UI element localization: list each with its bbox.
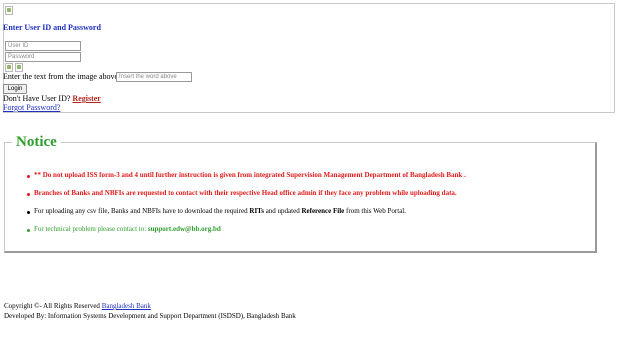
reference-file-text: Reference File bbox=[301, 207, 345, 215]
register-link[interactable]: Register bbox=[72, 94, 100, 103]
user-id-placeholder: User ID bbox=[8, 43, 29, 49]
login-button[interactable]: Login bbox=[3, 84, 27, 94]
copyright-line: Copyright ©- All Rights Reserved Banglad… bbox=[4, 302, 151, 310]
captcha-label: Enter the text from the image above bbox=[3, 72, 119, 81]
notice-item-csv-upload: For uploading any csv file, Banks and NB… bbox=[34, 207, 406, 216]
password-input[interactable]: Password bbox=[5, 52, 81, 62]
csv-text-post: from this Web Portal. bbox=[346, 207, 406, 215]
user-id-input[interactable]: User ID bbox=[5, 41, 81, 51]
copyright-text: Copyright ©- All Rights Reserved bbox=[4, 302, 100, 310]
technical-contact-text: For technical problem please contact to: bbox=[34, 225, 147, 233]
login-heading: Enter User ID and Password bbox=[3, 23, 101, 32]
captcha-image-icon bbox=[5, 63, 13, 72]
notice-item-contact-admin: Branches of Banks and NBFIs are requeste… bbox=[34, 189, 457, 197]
notice-item-iss-form: ** Do not upload ISS form-3 and 4 until … bbox=[34, 171, 466, 179]
forgot-password-link[interactable]: Forgot Password? bbox=[3, 103, 60, 112]
notice-bullet-icon bbox=[27, 175, 30, 178]
register-line: Don't Have User ID? Register bbox=[3, 94, 101, 103]
captcha-refresh-icon[interactable] bbox=[15, 63, 23, 72]
bangladesh-bank-link[interactable]: Bangladesh Bank bbox=[102, 302, 151, 310]
no-user-id-text: Don't Have User ID? bbox=[3, 94, 71, 103]
csv-text-pre: For uploading any csv file, Banks and NB… bbox=[34, 207, 248, 215]
password-placeholder: Password bbox=[8, 54, 35, 60]
captcha-input[interactable]: Insert the word above bbox=[116, 72, 192, 82]
rits-text: RITs bbox=[249, 207, 264, 215]
notice-bullet-icon bbox=[27, 229, 30, 232]
notice-item-technical-contact: For technical problem please contact to:… bbox=[34, 225, 221, 234]
captcha-placeholder: Insert the word above bbox=[119, 74, 177, 80]
support-email[interactable]: support.edw@bb.org.bd bbox=[148, 225, 221, 233]
notice-title: Notice bbox=[12, 133, 61, 151]
notice-bullet-icon bbox=[27, 211, 30, 214]
broken-image-icon bbox=[5, 6, 13, 15]
developed-by-text: Developed By: Information Systems Develo… bbox=[4, 312, 296, 320]
notice-bullet-icon bbox=[27, 193, 30, 196]
csv-text-mid: and updated bbox=[265, 207, 300, 215]
